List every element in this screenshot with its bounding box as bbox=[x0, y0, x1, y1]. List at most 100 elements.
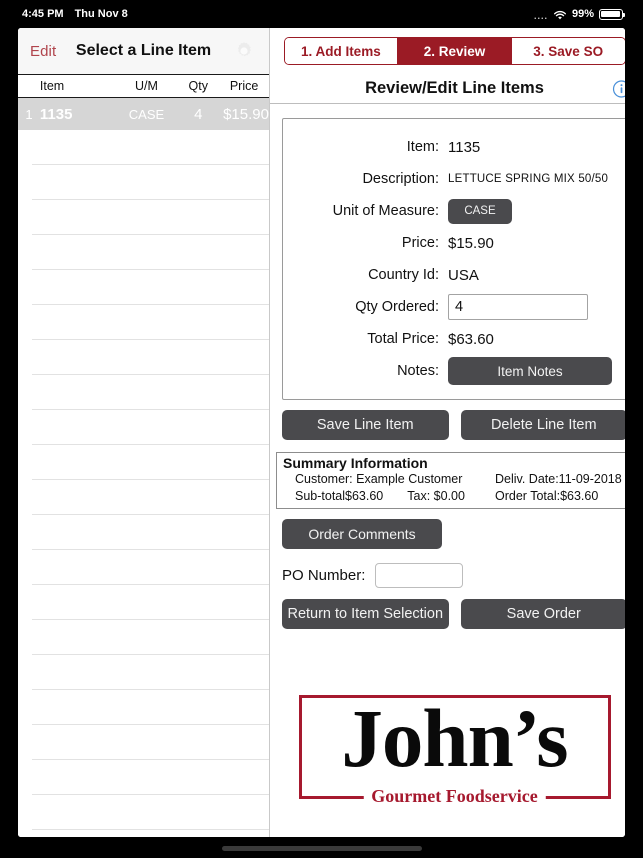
status-time: 4:45 PM bbox=[22, 8, 64, 20]
list-item bbox=[32, 690, 269, 725]
return-to-item-selection-button[interactable]: Return to Item Selection bbox=[282, 599, 449, 629]
unit-of-measure-button[interactable]: CASE bbox=[448, 198, 512, 224]
total-price-value: $63.60 bbox=[448, 330, 494, 348]
summary-row-totals: Sub-total$63.60 Tax: $0.00 Order Total:$… bbox=[283, 488, 625, 505]
list-item bbox=[32, 480, 269, 515]
column-header-price: Price bbox=[229, 79, 259, 93]
row-um: CASE bbox=[128, 106, 165, 122]
row-qty: 4 bbox=[194, 105, 203, 123]
summary-order-total: Order Total:$63.60 bbox=[495, 489, 599, 503]
country-value: USA bbox=[448, 266, 479, 284]
po-number-row: PO Number: bbox=[282, 563, 625, 588]
list-item bbox=[32, 585, 269, 620]
po-number-label: PO Number: bbox=[282, 567, 366, 584]
uom-label: Unit of Measure: bbox=[332, 203, 439, 219]
notes-label: Notes: bbox=[397, 363, 439, 379]
list-item bbox=[32, 130, 269, 165]
status-bar: 4:45 PM Thu Nov 8 .... 99% bbox=[0, 0, 643, 28]
step-tabs-container: 1. Add Items 2. Review 3. Save SO bbox=[270, 28, 625, 74]
home-indicator[interactable] bbox=[221, 846, 422, 851]
app-screen: Edit Select a Line Item Item U/M Qty Pri… bbox=[18, 28, 625, 837]
device-frame: 4:45 PM Thu Nov 8 .... 99% Edit Select a… bbox=[0, 0, 643, 858]
total-price-label: Total Price: bbox=[367, 331, 439, 347]
country-label: Country Id: bbox=[368, 267, 439, 283]
battery-percent: 99% bbox=[571, 8, 594, 20]
list-item bbox=[32, 515, 269, 550]
field-qty-ordered: Qty Ordered: bbox=[283, 291, 612, 323]
status-bar-left: 4:45 PM Thu Nov 8 bbox=[22, 8, 128, 20]
status-date: Thu Nov 8 bbox=[74, 8, 128, 20]
order-comments-button[interactable]: Order Comments bbox=[282, 519, 442, 549]
item-label: Item: bbox=[406, 139, 439, 155]
step-segmented-control: 1. Add Items 2. Review 3. Save SO bbox=[283, 37, 625, 65]
list-item bbox=[32, 200, 269, 235]
johns-gourmet-foodservice-logo: John’s Gourmet Foodservice bbox=[298, 692, 611, 807]
qty-ordered-input[interactable] bbox=[448, 294, 588, 320]
summary-tax: Tax: $0.00 bbox=[407, 489, 465, 503]
signal-dots-icon: .... bbox=[533, 11, 548, 21]
tab-add-items[interactable]: 1. Add Items bbox=[284, 38, 398, 64]
field-total-price: Total Price: $63.60 bbox=[283, 323, 612, 355]
po-number-input[interactable] bbox=[375, 563, 464, 588]
order-comments-container: Order Comments bbox=[282, 519, 625, 549]
list-item bbox=[32, 760, 269, 795]
summary-subtotal: Sub-total$63.60 bbox=[295, 489, 384, 503]
empty-list-rows bbox=[18, 130, 269, 837]
line-item-detail-card: Item: 1135 Description: LETTUCE SPRING M… bbox=[282, 118, 625, 400]
logo-wordmark: John’s bbox=[341, 692, 568, 784]
description-value: LETTUCE SPRING MIX 50/50 bbox=[448, 173, 609, 185]
column-header-um: U/M bbox=[135, 79, 158, 93]
summary-heading: Summary Information bbox=[283, 455, 428, 471]
page-title: Review/Edit Line Items bbox=[365, 79, 544, 97]
description-label: Description: bbox=[362, 171, 439, 187]
item-value: 1135 bbox=[448, 138, 481, 156]
page-title-bar: Review/Edit Line Items bbox=[270, 74, 625, 104]
tab-save-so[interactable]: 3. Save SO bbox=[510, 38, 625, 64]
qty-label: Qty Ordered: bbox=[355, 299, 439, 315]
left-navigation-bar: Edit Select a Line Item bbox=[18, 28, 269, 74]
tab-review[interactable]: 2. Review bbox=[397, 38, 511, 64]
wifi-icon bbox=[553, 10, 567, 21]
save-line-item-button[interactable]: Save Line Item bbox=[282, 410, 449, 440]
row-index: 1 bbox=[25, 106, 33, 122]
row-item: 1135 bbox=[39, 105, 73, 123]
list-item bbox=[32, 655, 269, 690]
list-item bbox=[32, 340, 269, 375]
list-item bbox=[32, 305, 269, 340]
list-item bbox=[32, 725, 269, 760]
edit-button[interactable]: Edit bbox=[30, 43, 56, 60]
logo-tagline: Gourmet Foodservice bbox=[363, 786, 546, 807]
field-unit-of-measure: Unit of Measure: CASE bbox=[283, 195, 612, 227]
list-item bbox=[32, 550, 269, 585]
summary-information: Summary Information Customer: Example Cu… bbox=[276, 452, 625, 509]
line-item-list: 1 1135 CASE 4 $15.90 bbox=[18, 98, 269, 837]
field-notes: Notes: Item Notes bbox=[283, 355, 612, 387]
list-item bbox=[32, 830, 269, 837]
list-item bbox=[32, 445, 269, 480]
list-item bbox=[32, 375, 269, 410]
review-edit-panel: 1. Add Items 2. Review 3. Save SO Review… bbox=[270, 28, 625, 837]
item-notes-button[interactable]: Item Notes bbox=[448, 357, 612, 385]
price-label: Price: bbox=[401, 235, 439, 251]
list-item bbox=[32, 620, 269, 655]
column-header-item: Item bbox=[39, 79, 65, 93]
list-item bbox=[32, 270, 269, 305]
summary-deliv-date: Deliv. Date:11-09-2018 bbox=[495, 472, 622, 486]
summary-row-customer: Customer: Example Customer Deliv. Date:1… bbox=[283, 471, 625, 488]
list-item bbox=[32, 235, 269, 270]
list-column-headers: Item U/M Qty Price bbox=[18, 74, 269, 98]
list-item bbox=[32, 410, 269, 445]
brand-logo-container: John’s Gourmet Foodservice bbox=[270, 692, 625, 807]
order-actions: Return to Item Selection Save Order bbox=[282, 599, 625, 629]
save-order-button[interactable]: Save Order bbox=[460, 599, 625, 629]
info-icon[interactable] bbox=[612, 79, 625, 98]
delete-line-item-button[interactable]: Delete Line Item bbox=[460, 410, 625, 440]
table-row[interactable]: 1 1135 CASE 4 $15.90 bbox=[18, 98, 269, 130]
summary-subtotal-group: Sub-total$63.60 Tax: $0.00 bbox=[295, 488, 495, 505]
line-item-actions: Save Line Item Delete Line Item bbox=[282, 410, 625, 440]
gear-icon[interactable] bbox=[231, 38, 257, 64]
price-value: $15.90 bbox=[448, 234, 494, 252]
field-price: Price: $15.90 bbox=[283, 227, 612, 259]
row-price: $15.90 bbox=[223, 105, 269, 123]
field-item: Item: 1135 bbox=[283, 131, 612, 163]
